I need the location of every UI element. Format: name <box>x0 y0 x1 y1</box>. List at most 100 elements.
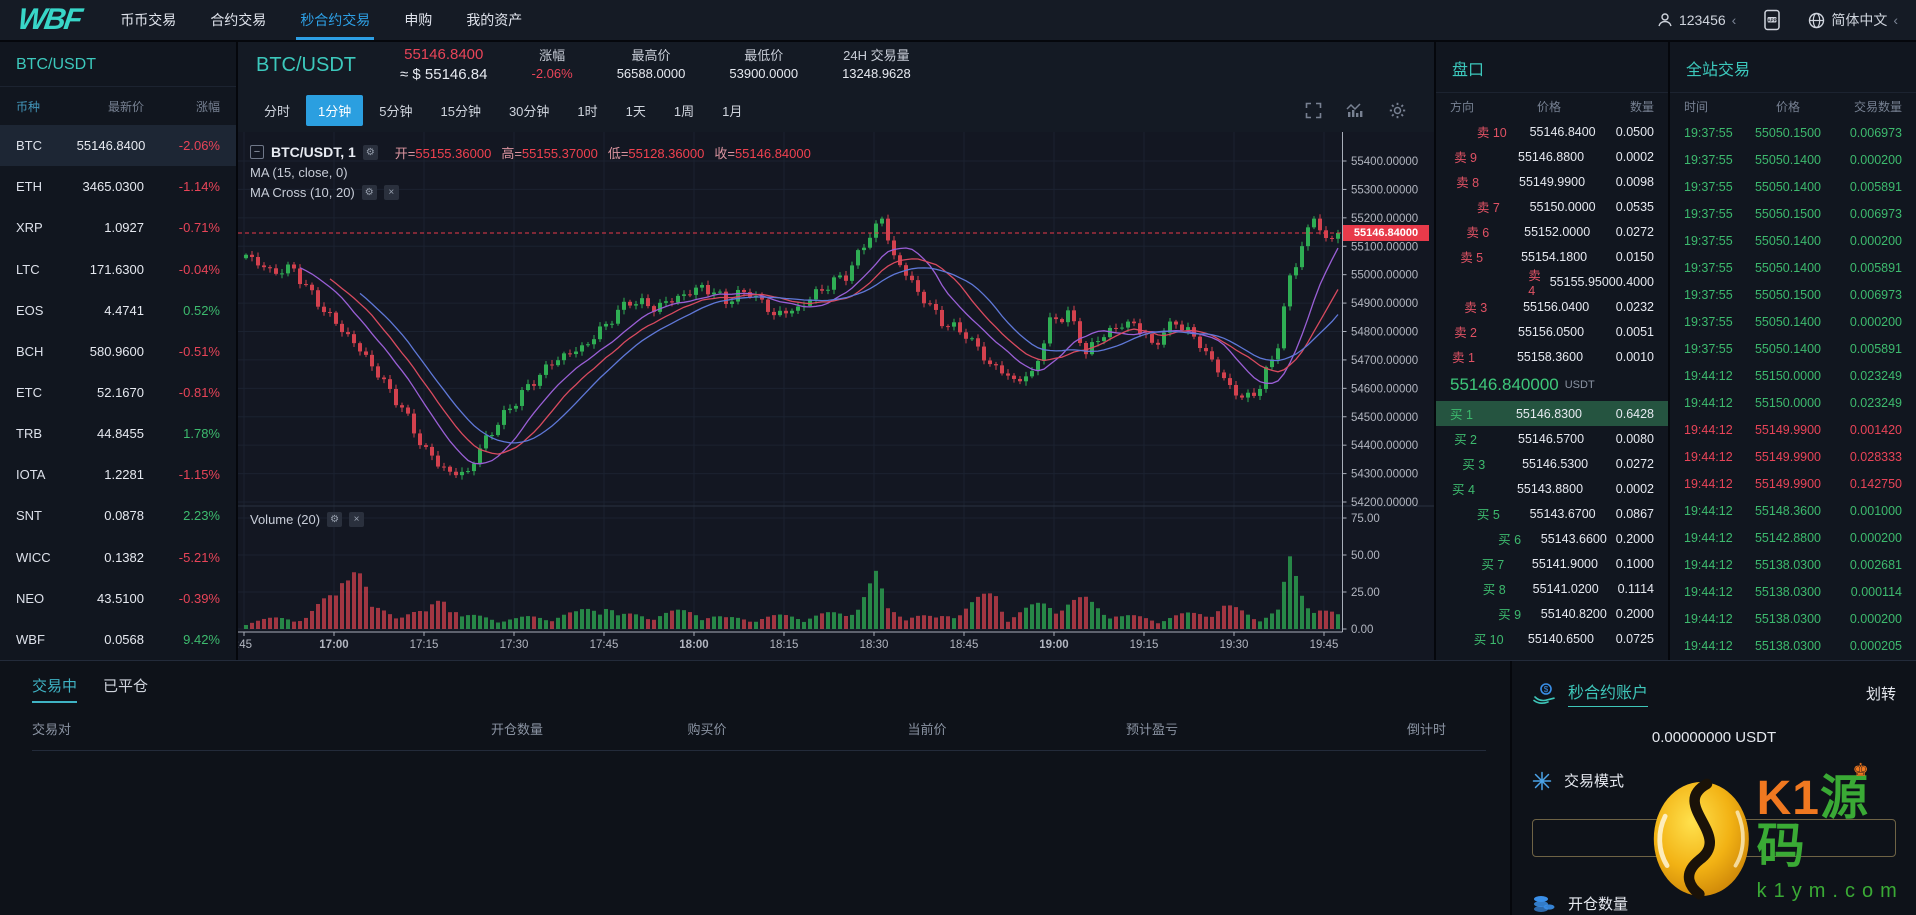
orderbook-row[interactable]: 卖 1 55158.3600 0.0010 <box>1436 344 1668 369</box>
trade-time: 19:37:55 <box>1684 179 1733 194</box>
timeframe-tab[interactable]: 1周 <box>662 95 706 126</box>
trade-price: 55050.1400 <box>1754 260 1822 275</box>
timeframe-tab[interactable]: 1月 <box>710 95 754 126</box>
nav-item[interactable]: 我的资产 <box>466 0 522 40</box>
coin-row[interactable]: NEO 43.5100 -0.39% <box>0 578 236 619</box>
coin-row[interactable]: WBF 0.0568 9.42% <box>0 619 236 660</box>
orderbook-price: 55143.6700 <box>1529 506 1596 521</box>
coin-change: -1.14% <box>178 179 220 195</box>
orderbook-row[interactable]: 买 3 55146.5300 0.0272 <box>1436 451 1668 476</box>
orderbook-qty: 0.0150 <box>1615 249 1654 264</box>
orderbook-qty: 0.0725 <box>1615 631 1654 646</box>
nav-item[interactable]: 申购 <box>404 0 432 40</box>
trade-row: 19:44:12 55149.9900 0.001420 <box>1670 417 1916 444</box>
nav-item[interactable]: 秒合约交易 <box>296 0 375 40</box>
account-title[interactable]: 秒合约账户 <box>1568 679 1649 707</box>
positions-tab[interactable]: 交易中 <box>32 675 78 703</box>
coin-row[interactable]: TRB 44.8455 1.78% <box>0 413 236 454</box>
orderbook-row[interactable]: 卖 8 55149.9900 0.0098 <box>1436 169 1668 194</box>
orderbook-row[interactable]: 买 10 55140.6500 0.0725 <box>1436 626 1668 651</box>
orderbook-row[interactable]: 卖 7 55150.0000 0.0535 <box>1436 194 1668 219</box>
trade-row: 19:37:55 55050.1400 0.000200 <box>1670 146 1916 173</box>
orderbook-direction: 卖 4 <box>1528 269 1541 298</box>
coin-row[interactable]: BTC 55146.8400 -2.06% <box>0 125 236 167</box>
candlestick-chart[interactable]: 55400.00000 55300.00000 55200.00000 55100.0… <box>238 132 1434 660</box>
positions-tab[interactable]: 已平仓 <box>103 675 148 703</box>
trade-price: 55138.0300 <box>1754 558 1822 573</box>
orderbook-row[interactable]: 买 7 55141.9000 0.1000 <box>1436 551 1668 576</box>
trade-list: 19:37:55 55050.1500 0.006973 19:37:55 55050.… <box>1670 119 1916 660</box>
nav-menu: 币币交易 合约交易 秒合约交易 申购 我的资产 <box>120 0 522 40</box>
orderbook-row[interactable]: 卖 2 55156.0500 0.0051 <box>1436 319 1668 344</box>
orderbook-row[interactable]: 卖 5 55154.1800 0.0150 <box>1436 244 1668 269</box>
user-menu[interactable]: 123456 ‹ <box>1657 12 1736 28</box>
orderbook-price: 55141.9000 <box>1531 556 1598 571</box>
orderbook-row[interactable]: 买 9 55140.8200 0.2000 <box>1436 601 1668 626</box>
orderbook-row[interactable]: 买 1 55146.8300 0.6428 <box>1436 401 1668 426</box>
orderbook-row[interactable]: 卖 6 55152.0000 0.0272 <box>1436 219 1668 244</box>
timeframe-tab[interactable]: 5分钟 <box>367 95 424 126</box>
account-coin-icon: $ <box>1533 683 1555 704</box>
gear-icon[interactable]: ⚙ <box>361 184 377 200</box>
collapse-icon[interactable]: − <box>250 145 264 159</box>
orderbook-row[interactable]: 卖 3 55156.0400 0.0232 <box>1436 294 1668 319</box>
timeframe-tab[interactable]: 分时 <box>252 95 302 126</box>
trade-qty: 0.000200 <box>1849 233 1902 248</box>
coin-row[interactable]: LTC 171.6300 -0.04% <box>0 248 236 289</box>
app-download-icon[interactable]: APP <box>1762 9 1782 31</box>
orderbook-row[interactable]: 买 8 55141.0200 0.1114 <box>1436 576 1668 601</box>
trade-row: 19:37:55 55050.1500 0.006973 <box>1670 281 1916 308</box>
coin-row[interactable]: EOS 4.4741 0.52% <box>0 290 236 331</box>
timeframe-tab[interactable]: 1分钟 <box>306 94 364 126</box>
chart-canvas[interactable]: 55400.00000 55300.00000 55200.00000 55100.0… <box>238 132 1434 660</box>
nav-item[interactable]: 币币交易 <box>120 0 176 40</box>
close-icon[interactable]: × <box>383 184 399 200</box>
coin-change: 9.42% <box>183 631 220 647</box>
coin-row[interactable]: IOTA 1.2281 -1.15% <box>0 454 236 495</box>
orderbook-row[interactable]: 买 6 55143.6600 0.2000 <box>1436 526 1668 551</box>
language-menu[interactable]: 简体中文 ‹ <box>1808 10 1898 30</box>
coin-row[interactable]: ETC 52.1670 -0.81% <box>0 372 236 413</box>
timeframe-tab[interactable]: 30分钟 <box>497 95 561 126</box>
close-icon[interactable]: × <box>349 512 365 527</box>
orderbook-row[interactable]: 买 4 55143.8800 0.0002 <box>1436 476 1668 501</box>
gear-icon[interactable]: ⚙ <box>327 512 343 527</box>
orderbook-price: 55152.0000 <box>1524 224 1591 239</box>
orderbook-row[interactable]: 卖 10 55146.8400 0.0500 <box>1436 119 1668 144</box>
orderbook-row[interactable]: 买 2 55146.5700 0.0080 <box>1436 426 1668 451</box>
orderbook-price: 55140.6500 <box>1527 631 1594 646</box>
orderbook-row[interactable]: 卖 4 55155.9500 0.4000 <box>1436 269 1668 298</box>
timeframe-tab[interactable]: 1时 <box>565 95 609 126</box>
nav-item[interactable]: 合约交易 <box>210 0 266 40</box>
timeframe-tab[interactable]: 1天 <box>614 95 658 126</box>
coin-row[interactable]: WICC 0.1382 -5.21% <box>0 537 236 578</box>
trade-time: 19:37:55 <box>1684 314 1733 329</box>
trade-price: 55149.9900 <box>1754 450 1822 465</box>
orderbook-row[interactable]: 买 5 55143.6700 0.0867 <box>1436 501 1668 526</box>
transfer-link[interactable]: 划转 <box>1866 683 1896 704</box>
coin-row[interactable]: BCH 580.9600 -0.51% <box>0 331 236 372</box>
orderbook-row[interactable]: 卖 9 55146.8800 0.0002 <box>1436 144 1668 169</box>
settings-icon[interactable]: ⚙ <box>362 144 378 160</box>
svg-text:55300.00000: 55300.00000 <box>1351 184 1418 196</box>
orderbook-direction: 买 1 <box>1450 408 1473 422</box>
trade-mode-input[interactable] <box>1532 819 1896 857</box>
coin-row[interactable]: ETH 3465.0300 -1.14% <box>0 166 236 207</box>
coin-row[interactable]: SNT 0.0878 2.23% <box>0 495 236 536</box>
ohlc-values: 开=55155.36000 高=55155.37000 低=55128.3600… <box>394 145 811 161</box>
coin-row[interactable]: XRP 1.0927 -0.71% <box>0 207 236 248</box>
indicator-icon[interactable] <box>1346 102 1365 118</box>
high-value: 55155.37000 <box>521 145 598 161</box>
trade-row: 19:44:12 55142.8800 0.000200 <box>1670 525 1916 552</box>
fullscreen-icon[interactable] <box>1305 102 1322 119</box>
orderbook-direction: 卖 9 <box>1454 151 1478 165</box>
last-price: 55146.8400 <box>404 45 484 63</box>
coin-price: 44.8455 <box>97 426 144 442</box>
volume-label: 24H 交易量 <box>843 48 910 64</box>
wbf-logo[interactable]: WBF <box>16 3 83 37</box>
timeframe-tab[interactable]: 15分钟 <box>428 95 492 126</box>
gear-icon[interactable] <box>1389 102 1406 119</box>
svg-text:54400.00000: 54400.00000 <box>1351 440 1418 452</box>
coin-symbol: WBF <box>16 631 45 647</box>
coin-symbol: IOTA <box>16 467 46 483</box>
